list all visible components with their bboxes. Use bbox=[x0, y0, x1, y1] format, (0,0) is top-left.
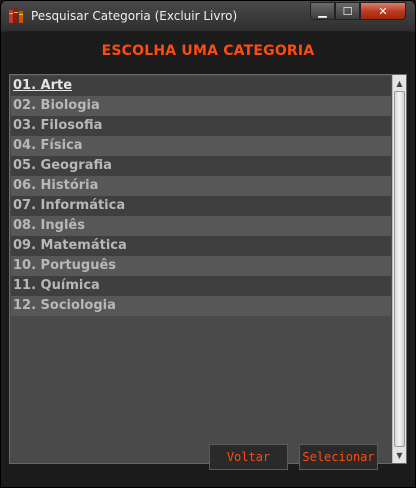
vertical-scrollbar[interactable]: ▲ ▼ bbox=[392, 75, 406, 463]
category-list-panel: 01. Arte 02. Biologia 03. Filosofia 04. Fís… bbox=[9, 74, 407, 464]
voltar-button[interactable]: Voltar bbox=[209, 444, 288, 470]
scroll-up-icon[interactable]: ▲ bbox=[393, 75, 406, 91]
list-item[interactable]: 04. Física bbox=[11, 136, 391, 156]
header-title: ESCOLHA UMA CATEGORIA bbox=[101, 43, 315, 59]
dialog-window: Pesquisar Categoria (Excluir Livro) ▁ ☐ … bbox=[0, 0, 416, 488]
close-button[interactable]: ✕ bbox=[360, 2, 406, 20]
category-list[interactable]: 01. Arte 02. Biologia 03. Filosofia 04. Fís… bbox=[11, 76, 391, 316]
minimize-icon: ▁ bbox=[318, 4, 327, 18]
list-item[interactable]: 01. Arte bbox=[11, 76, 391, 96]
list-item[interactable]: 06. História bbox=[11, 176, 391, 196]
books-app-icon bbox=[9, 8, 23, 23]
list-item[interactable]: 10. Português bbox=[11, 256, 391, 276]
list-item[interactable]: 12. Sociologia bbox=[11, 296, 391, 316]
title-bar[interactable]: Pesquisar Categoria (Excluir Livro) ▁ ☐ … bbox=[1, 1, 415, 31]
scroll-thumb[interactable] bbox=[394, 91, 405, 447]
maximize-button[interactable]: ☐ bbox=[335, 2, 360, 20]
maximize-icon: ☐ bbox=[342, 4, 353, 18]
list-item[interactable]: 07. Informática bbox=[11, 196, 391, 216]
window-title: Pesquisar Categoria (Excluir Livro) bbox=[31, 9, 238, 23]
list-item[interactable]: 11. Química bbox=[11, 276, 391, 296]
scroll-down-icon[interactable]: ▼ bbox=[393, 447, 406, 463]
list-item[interactable]: 09. Matemática bbox=[11, 236, 391, 256]
list-item[interactable]: 02. Biologia bbox=[11, 96, 391, 116]
list-item[interactable]: 05. Geografia bbox=[11, 156, 391, 176]
minimize-button[interactable]: ▁ bbox=[310, 2, 335, 20]
list-item[interactable]: 08. Inglês bbox=[11, 216, 391, 236]
category-header: ESCOLHA UMA CATEGORIA bbox=[8, 31, 408, 71]
client-area: ESCOLHA UMA CATEGORIA 01. Arte 02. Biolog… bbox=[8, 31, 408, 481]
selecionar-button[interactable]: Selecionar bbox=[299, 444, 378, 470]
close-icon: ✕ bbox=[378, 4, 388, 18]
list-item[interactable]: 03. Filosofia bbox=[11, 116, 391, 136]
